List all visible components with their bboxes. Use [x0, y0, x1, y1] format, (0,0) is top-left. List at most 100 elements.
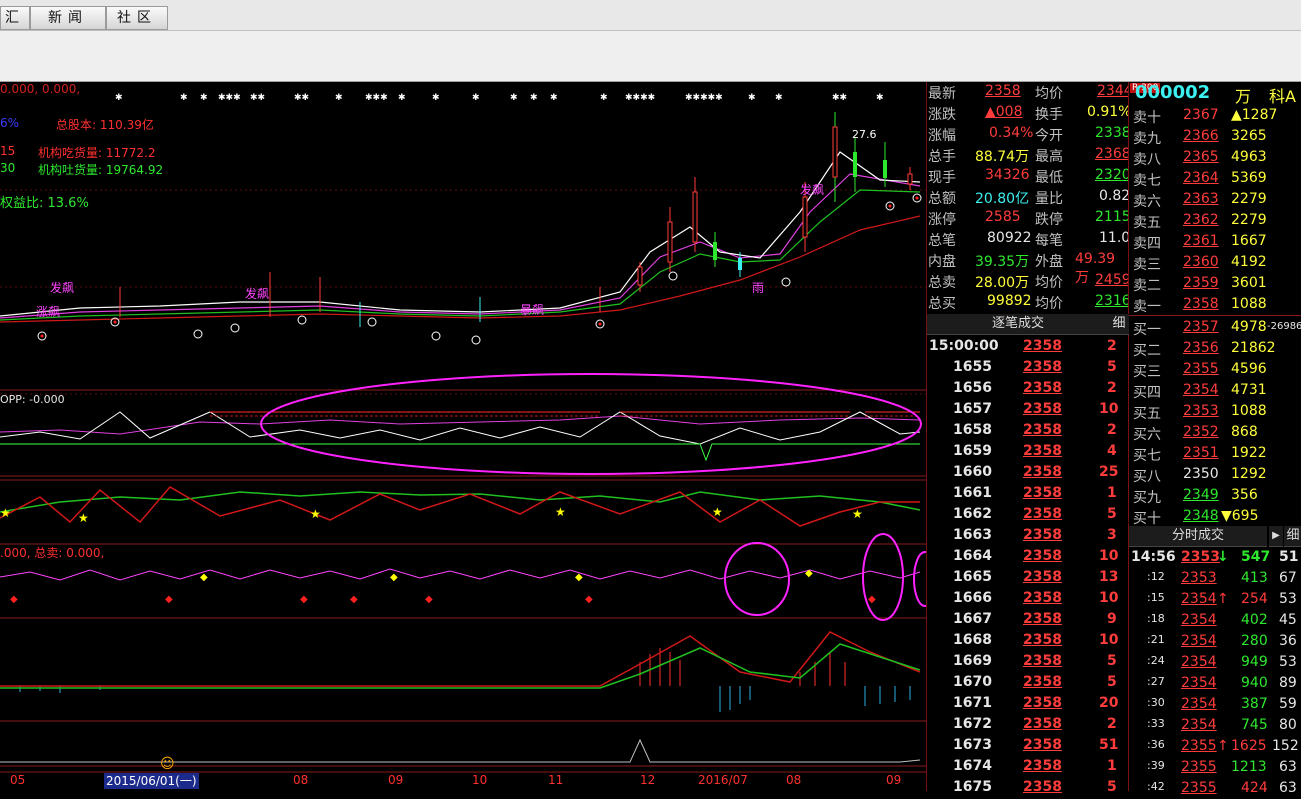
svg-text:✱: ✱ — [398, 93, 406, 103]
quote-row: 内盘 39.35万 外盘 49.39万 — [928, 251, 1116, 286]
date-cursor[interactable]: 2015/06/01(一) — [104, 773, 199, 789]
stock-code: 000002 — [1135, 82, 1211, 103]
ask-row[interactable]: 卖九 2366 3265 — [1129, 126, 1301, 147]
svg-text:✱✱: ✱✱ — [832, 93, 847, 103]
total-share-label: 总股本: 110.39亿 — [56, 118, 154, 132]
chart-area[interactable]: ✱ ✱ ✱ ✱✱✱ ✱✱ ✱✱ ✱ ✱✱✱ ✱ ✱ ✱ ✱ ✱ ✱ ✱ ✱✱✱✱ ✱✱✱✱✱ ✱ ✱ ✱✱… — [0, 82, 926, 791]
quote-panel: 最新 2358 均价 2344 涨跌 ▲008 换手 0.91% 涨幅 0.34% 今开 2338… — [926, 82, 1133, 314]
svg-text:✱: ✱ — [472, 93, 480, 103]
time-label: 12 — [640, 773, 656, 787]
tick-header[interactable]: 逐笔成交 — [927, 314, 1109, 335]
chart-canvas: ✱ ✱ ✱ ✱✱✱ ✱✱ ✱✱ ✱ ✱✱✱ ✱ ✱ ✱ ✱ ✱ ✱ ✱ ✱✱✱✱ ✱✱✱✱✱ ✱ ✱ ✱✱… — [0, 93, 926, 773]
bid-row[interactable]: 买四 2354 4731 — [1129, 380, 1301, 401]
svg-text:发飙: 发飙 — [245, 286, 269, 301]
bid-row[interactable]: 买七 2351 1922 — [1129, 443, 1301, 464]
bid-row[interactable]: 买二 2356 21862 — [1129, 338, 1301, 359]
stock-name: 科A — [1269, 87, 1296, 106]
time-label: 09 — [886, 773, 902, 787]
svg-text:★: ★ — [712, 505, 723, 519]
bid-row[interactable]: 买三 2355 4596 — [1129, 359, 1301, 380]
svg-text:✱: ✱ — [600, 93, 608, 103]
time-label: 09 — [388, 773, 404, 787]
left-fragment-1: 15 — [0, 144, 16, 158]
svg-text:◆: ◆ — [350, 594, 358, 605]
svg-text:✱✱✱✱: ✱✱✱✱ — [625, 93, 655, 103]
quote-row: 涨跌 ▲008 换手 0.91% — [928, 104, 1132, 123]
svg-text:◆: ◆ — [805, 568, 813, 579]
time-label: 2016/07 — [698, 773, 748, 787]
svg-text:◆: ◆ — [300, 594, 308, 605]
minute-panel: 分时成交 ▶ 细 14:56 2353 ↓ 547 51 :12 2353 413 67 :1… — [1128, 523, 1301, 796]
quote-row: 总买 99892 均价 2316 — [928, 293, 1131, 312]
equity-ratio-label: 权益比: 13.6% — [0, 196, 89, 211]
ask-row[interactable]: 卖四 2361 1667 — [1129, 231, 1301, 252]
ask-row[interactable]: 卖一 2358 1088 — [1129, 294, 1301, 315]
quote-row: 总卖 28.00万 均价 2459 — [928, 272, 1131, 291]
ask-row[interactable]: 卖七 2364 5369 — [1129, 168, 1301, 189]
quote-row: 总手 88.74万 最高 2368 — [928, 146, 1131, 165]
quote-row: 最新 2358 均价 2344 — [928, 83, 1133, 102]
svg-text:✱✱✱: ✱✱✱ — [218, 93, 241, 103]
time-label: 05 — [10, 773, 26, 787]
svg-text:☺: ☺ — [160, 756, 175, 772]
svg-text:✱: ✱ — [775, 93, 783, 103]
svg-text:发飙: 发飙 — [50, 280, 74, 295]
time-label: 11 — [548, 773, 564, 787]
ask-row[interactable]: 卖六 2363 2279 — [1129, 189, 1301, 210]
svg-text:✱: ✱ — [530, 93, 538, 103]
svg-text:◆: ◆ — [10, 594, 18, 605]
play-icon[interactable]: ▶ — [1269, 526, 1283, 547]
ask-row[interactable]: 卖八 2365 4963 — [1129, 147, 1301, 168]
tab-label: 新闻 — [48, 10, 88, 26]
minute-header[interactable]: 分时成交 — [1129, 526, 1267, 547]
bid-row[interactable]: 买九 2349 356 — [1129, 485, 1301, 506]
ask-row[interactable]: 卖三 2360 4192 — [1129, 252, 1301, 273]
stock-unit: 万 — [1235, 87, 1252, 106]
svg-text:雨: 雨 — [752, 281, 764, 295]
svg-text:◆: ◆ — [425, 594, 433, 605]
svg-text:✱: ✱ — [748, 93, 756, 103]
peak-label: 27.6 — [852, 128, 877, 141]
svg-text:★: ★ — [852, 507, 863, 521]
svg-text:★: ★ — [310, 507, 321, 521]
tick-detail-button[interactable]: 细 — [1109, 314, 1129, 335]
quote-row: 总笔 80922 每笔 11.0 — [928, 230, 1131, 249]
ask-row[interactable]: 卖二 2359 3601 — [1129, 273, 1301, 294]
svg-text:✱✱✱✱✱: ✱✱✱✱✱ — [685, 93, 723, 103]
ask-row[interactable]: 卖十 2367 ▲1287 — [1129, 105, 1301, 126]
time-label: 10 — [472, 773, 488, 787]
quote-row: 涨停 2585 跌停 2115 — [928, 209, 1131, 228]
svg-text:◆: ◆ — [868, 594, 876, 605]
svg-text:涨飙: 涨飙 — [36, 304, 60, 319]
svg-text:★: ★ — [555, 505, 566, 519]
bid-row[interactable]: 买五 2353 1088 — [1129, 401, 1301, 422]
opp-label: OPP: -0.000 — [0, 393, 65, 406]
left-fragment-0: 6% — [0, 116, 20, 130]
svg-text:★: ★ — [0, 506, 11, 520]
svg-text:✱✱: ✱✱ — [294, 93, 309, 103]
svg-text:✱✱: ✱✱ — [250, 93, 265, 103]
svg-text:✱: ✱ — [876, 93, 884, 103]
inst-buy-label: 机构吃货量: 11772.2 — [38, 146, 156, 160]
bid-row[interactable]: 买六 2352 868 — [1129, 422, 1301, 443]
svg-text:◆: ◆ — [585, 594, 593, 605]
top-info: 0.000, 0.000, — [0, 82, 81, 96]
ask-row[interactable]: 卖五 2362 2279 — [1129, 210, 1301, 231]
svg-text:◆: ◆ — [165, 594, 173, 605]
tab-label: 社区 — [117, 10, 157, 26]
tab-community[interactable]: 社区 — [106, 6, 168, 30]
time-label: 08 — [786, 773, 802, 787]
svg-text:发飙: 发飙 — [800, 182, 824, 197]
svg-text:✱: ✱ — [432, 93, 440, 103]
tick-panel: 逐笔成交 细 15:00:00 2358 2 1655 2358 5 1656 2358 2… — [926, 314, 1129, 795]
left-fragment-2: 30 — [0, 161, 16, 175]
quote-row: 涨幅 0.34% 今开 2338 — [928, 125, 1131, 144]
svg-text:◆: ◆ — [390, 572, 398, 583]
bid-row[interactable]: 买一 2357 4978 -26986 — [1129, 317, 1301, 338]
svg-text:✱: ✱ — [510, 93, 518, 103]
tab-news[interactable]: 新闻 — [30, 6, 106, 30]
svg-text:✱: ✱ — [200, 93, 208, 103]
tab-quotes[interactable]: 汇 — [0, 6, 30, 30]
minute-detail-button[interactable]: 细 — [1284, 526, 1301, 547]
bid-row[interactable]: 买八 2350 1292 — [1129, 464, 1301, 485]
